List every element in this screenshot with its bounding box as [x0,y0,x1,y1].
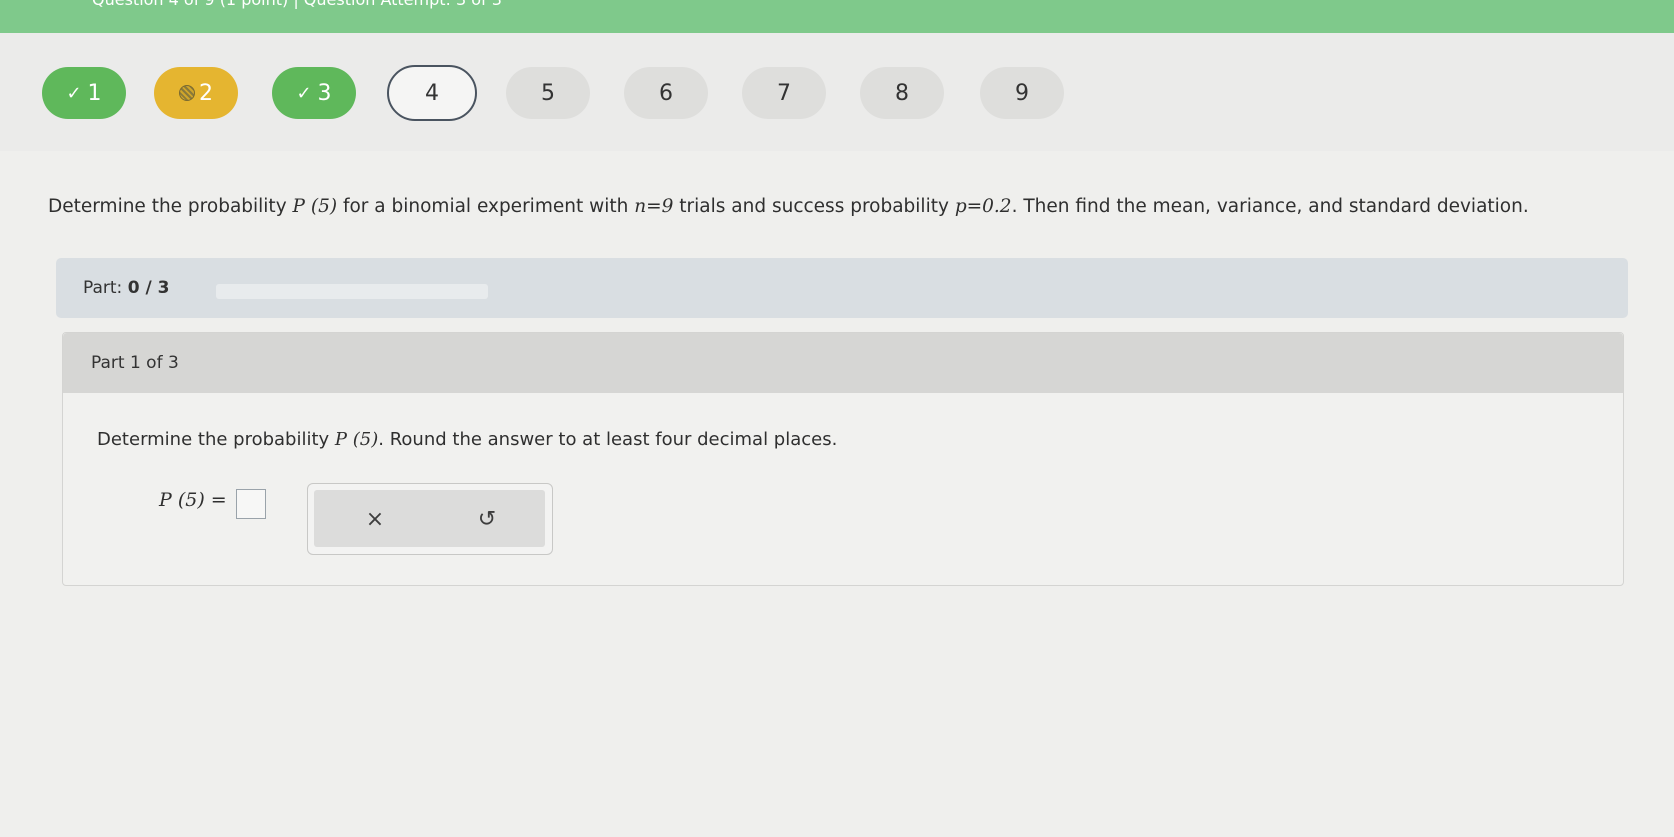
part-progress-panel: Part: 0 / 3 [56,258,1628,318]
part-instructions-text: Determine the probability [97,429,335,450]
part-instructions-text: . Round the answer to at least four deci… [378,429,838,450]
question-nav-label: 6 [659,80,673,106]
check-icon: ✓ [296,82,312,104]
math-expression: P (5) [334,429,379,450]
question-nav-label: 4 [425,80,439,106]
question-nav-2[interactable]: 2 [154,67,238,119]
math-expression: n=9 [634,196,674,217]
check-icon: ✓ [66,82,82,104]
question-text: Determine the probability P (5) for a bi… [48,196,1529,217]
part-progress-value: 0 / 3 [127,278,170,298]
question-nav-label: 1 [87,80,102,106]
part-progress-bar [216,284,488,299]
question-nav-label: 3 [317,80,332,106]
answer-input[interactable] [236,489,266,519]
clear-button[interactable]: × [360,504,390,534]
answer-label: P (5) = [159,489,227,511]
part-progress-label: Part: 0 / 3 [83,278,169,298]
question-nav-area [0,33,1674,151]
question-nav-label: 9 [1015,80,1029,106]
question-nav-label: 7 [777,80,791,106]
question-nav-5[interactable]: 5 [506,67,590,119]
part-card: Part 1 of 3 Determine the probability P … [62,332,1624,586]
question-text-part: Determine the probability [48,196,293,217]
question-nav-label: 5 [541,80,555,106]
header-bar: Question 4 of 9 (1 point) | Question Att… [0,0,1674,33]
question-text-part: trials and success probability [673,196,955,217]
question-nav-3[interactable]: ✓ 3 [272,67,356,119]
part-header: Part 1 of 3 [63,333,1623,393]
header-title: Question 4 of 9 (1 point) | Question Att… [92,0,502,9]
page: Question 4 of 9 (1 point) | Question Att… [0,0,1674,837]
undo-button[interactable]: ↺ [472,504,502,534]
question-text-part: . Then find the mean, variance, and stan… [1011,196,1529,217]
answer-label-text: P (5) = [159,489,227,511]
question-nav-7[interactable]: 7 [742,67,826,119]
close-icon: × [365,506,385,532]
undo-icon: ↺ [477,506,497,532]
part-header-label: Part 1 of 3 [91,353,179,373]
answer-toolbox: × ↺ [307,483,553,555]
question-nav-6[interactable]: 6 [624,67,708,119]
part-instructions: Determine the probability P (5). Round t… [97,429,837,450]
question-nav-8[interactable]: 8 [860,67,944,119]
question-nav-4[interactable]: 4 [387,65,477,121]
question-nav-9[interactable]: 9 [980,67,1064,119]
math-expression: P (5) [292,196,338,217]
question-text-part: for a binomial experiment with [337,196,635,217]
answer-toolbox-inner: × ↺ [314,490,545,547]
question-nav-1[interactable]: ✓ 1 [42,67,126,119]
partial-credit-icon [179,85,195,101]
question-nav-label: 2 [199,80,213,106]
math-expression: p=0.2 [954,196,1012,217]
question-nav-label: 8 [895,80,909,106]
part-progress-prefix: Part: [83,278,128,298]
